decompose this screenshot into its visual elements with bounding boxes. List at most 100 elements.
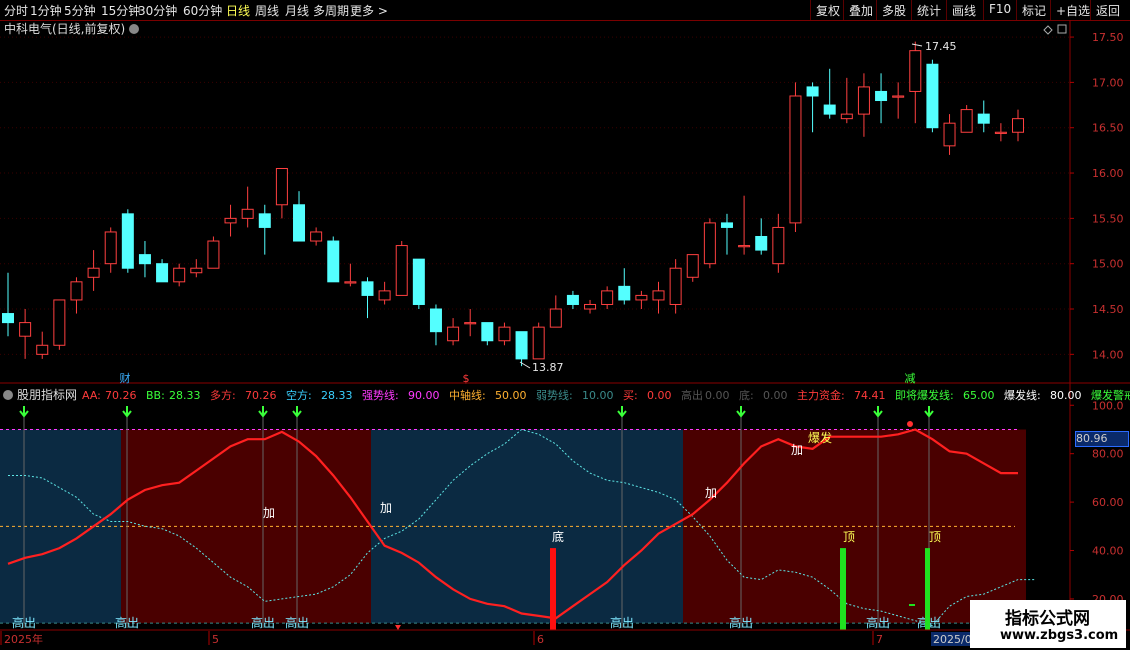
candle [190, 267, 203, 274]
candle [515, 331, 528, 360]
legend-key: AA: [82, 389, 101, 402]
down-arrow-icon [122, 406, 132, 418]
event-marker: 财 [120, 371, 131, 385]
candle [926, 63, 939, 129]
candle [378, 290, 391, 301]
candle [429, 308, 442, 333]
price-tick-label: 14.50 [1092, 303, 1124, 316]
legend-value: 74.41 [854, 389, 886, 402]
candle [207, 240, 220, 269]
candle [2, 313, 14, 324]
candle [823, 104, 836, 115]
legend-key: 爆发线: [1004, 388, 1041, 402]
legend-value: 0.00 [705, 389, 730, 402]
candle [344, 281, 357, 284]
restore-icon [1057, 24, 1067, 34]
indicator-tick-label: 60.00 [1092, 496, 1124, 509]
candle [310, 231, 323, 242]
price-tick-label: 17.00 [1092, 76, 1124, 89]
legend-value: 10.00 [582, 389, 614, 402]
indicator-name: 股朋指标网 [17, 387, 77, 402]
candle [635, 294, 648, 301]
candle [857, 86, 870, 115]
down-arrow-icon [617, 406, 627, 418]
candle [840, 113, 853, 120]
legend-value: 65.00 [963, 389, 995, 402]
candle [447, 326, 460, 342]
down-arrow-icon [736, 406, 746, 418]
candle [275, 168, 288, 206]
candle [53, 299, 66, 346]
legend-key: 高出 [681, 388, 703, 402]
label-ding: 顶 [843, 530, 855, 544]
chart-title: 中科电气(日线,前复权) [4, 21, 125, 36]
legend-key: 空方: [286, 388, 312, 402]
watermark-url: www.zbgs3.com [1000, 628, 1119, 643]
price-tick-label: 16.00 [1092, 167, 1124, 180]
candle [293, 204, 306, 242]
signal-label-gaochu: 高出 [115, 615, 139, 630]
candle [584, 303, 597, 310]
candle [703, 222, 716, 265]
candle [395, 245, 408, 296]
legend-value: 70.26 [105, 389, 137, 402]
indicator-tick-label: 100.0 [1092, 399, 1124, 412]
candle [566, 294, 579, 305]
candle [909, 50, 922, 92]
watermark-title: 指标公式网 [1005, 609, 1090, 629]
event-marker: $ [463, 372, 470, 385]
legend-value: 90.00 [408, 389, 440, 402]
signal-label-gaochu: 高出 [285, 615, 309, 630]
candle [772, 226, 785, 265]
signal-label-gaochu: 高出 [729, 615, 753, 630]
label-jia: 加 [380, 501, 392, 515]
signal-label-gaochu: 高出 [866, 615, 890, 630]
candle [121, 213, 134, 269]
candle [70, 281, 83, 301]
candle [241, 208, 254, 219]
price-tick-label: 16.50 [1092, 122, 1124, 135]
indicator-tick-label: 80.00 [1092, 448, 1124, 461]
candle [738, 245, 751, 248]
legend-key: 强势线: [362, 388, 399, 402]
candle [652, 290, 665, 301]
stock-chart: 17.50 17.00 16.50 16.00 15.50 15.00 14.50 14.00… [0, 20, 1130, 648]
diamond-icon [1043, 25, 1053, 35]
candle [481, 322, 494, 342]
candle [412, 258, 425, 305]
candle [36, 344, 49, 355]
candle [806, 86, 819, 97]
down-arrow-icon [19, 406, 29, 418]
label-jia: 加 [263, 506, 275, 520]
legend-value: 80.00 [1050, 389, 1082, 402]
time-pointer [395, 625, 401, 630]
time-label: 7 [876, 633, 883, 646]
price-tick-label: 15.50 [1092, 212, 1124, 225]
label-jia: 加 [791, 443, 803, 457]
candle [720, 222, 733, 228]
candle [892, 95, 905, 98]
high-price-label: 17.45 [925, 40, 957, 53]
legend-key: 主力资金: [797, 388, 845, 402]
candle [1012, 118, 1024, 133]
top-bar [925, 548, 930, 631]
candle [549, 308, 562, 328]
candle [464, 322, 477, 325]
candle [960, 109, 973, 133]
legend-key: 买: [623, 389, 638, 402]
title-dropdown-icon [129, 24, 139, 34]
candle [789, 95, 802, 224]
down-arrow-icon [873, 406, 883, 418]
high-pointer [911, 43, 923, 47]
indicator-menu-icon [3, 390, 13, 400]
candle [327, 240, 340, 283]
legend-value: 0.00 [763, 389, 788, 402]
price-tick-label: 14.00 [1092, 348, 1124, 361]
candle [977, 113, 990, 124]
candle [943, 122, 956, 147]
legend-key: 中轴线: [449, 388, 486, 402]
down-arrow-icon [258, 406, 268, 418]
time-cursor-label: 2025/0 [933, 633, 972, 646]
top-bar [840, 548, 846, 631]
candle [498, 326, 511, 342]
